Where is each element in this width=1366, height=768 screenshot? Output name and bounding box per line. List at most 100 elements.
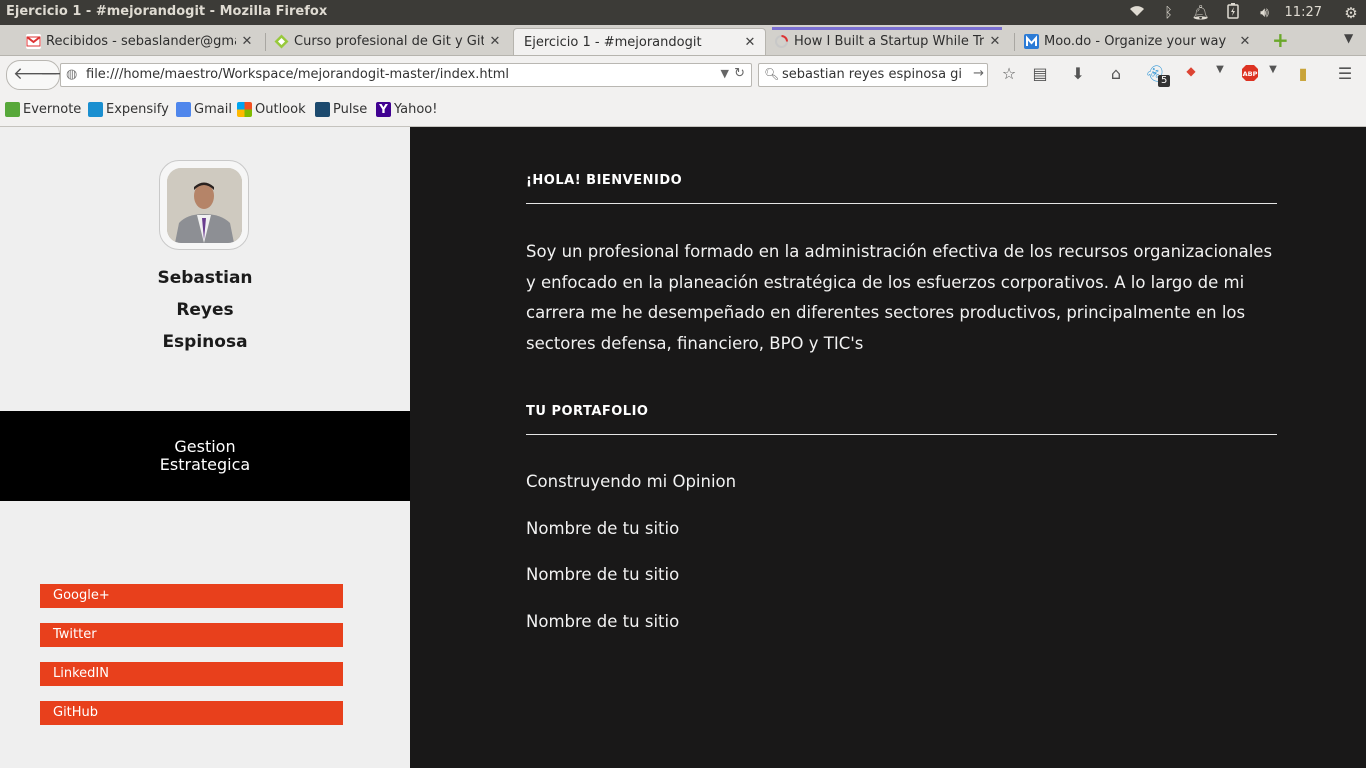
tab-startup-article[interactable]: How I Built a Startup While Tr... ✕ — [770, 28, 1010, 55]
section-divider — [526, 434, 1277, 435]
wifi-icon[interactable] — [1121, 5, 1153, 21]
tab-separator — [265, 33, 266, 51]
close-icon[interactable]: ✕ — [488, 34, 502, 49]
close-icon[interactable]: ✕ — [240, 34, 254, 49]
profile-name-line: Espinosa — [162, 332, 248, 352]
wallet-extension-icon[interactable]: ▮ — [1290, 64, 1316, 83]
avatar-frame — [159, 160, 249, 250]
search-go-arrow-icon[interactable]: → — [973, 66, 984, 81]
gear-icon[interactable]: ⚙ — [1336, 4, 1366, 22]
profile-name: Sebastian Reyes Espinosa — [0, 262, 410, 358]
system-tray: ᛒ 🔔︎ 🔊︎ 11:27 ⚙ — [1121, 0, 1366, 25]
bookmark-expensify[interactable]: Expensify — [88, 102, 169, 117]
reload-icon[interactable]: ↻ — [734, 66, 745, 81]
role-line: Estrategica — [159, 455, 251, 474]
portfolio-link[interactable]: Nombre de tu sitio — [526, 565, 679, 584]
bookmark-outlook[interactable]: Outlook — [237, 102, 306, 117]
section-divider — [526, 203, 1277, 204]
expensify-icon — [88, 102, 103, 117]
bookmark-label: Outlook — [255, 102, 306, 117]
search-input[interactable]: sebastian reyes espinosa github — [782, 67, 962, 82]
back-forward-group: 🡐 🡒 — [6, 60, 86, 90]
loading-icon — [774, 34, 789, 49]
pulse-icon — [315, 102, 330, 117]
reading-list-icon[interactable]: ▤ — [1027, 64, 1053, 83]
google-icon — [176, 102, 191, 117]
bookmark-yahoo[interactable]: Y Yahoo! — [376, 102, 437, 117]
notification-bell-icon[interactable]: 🔔︎ — [1185, 5, 1217, 21]
bookmark-label: Yahoo! — [394, 102, 438, 117]
portfolio-link[interactable]: Construyendo mi Opinion — [526, 472, 736, 491]
welcome-heading: ¡HOLA! BIENVENIDO — [526, 173, 683, 188]
extension-dropdown-icon[interactable]: ▼ — [1207, 64, 1233, 75]
social-link-google-plus[interactable]: Google+ — [40, 584, 343, 608]
close-icon[interactable]: ✕ — [743, 35, 757, 50]
tab-title: Recibidos - sebaslander@gma... — [46, 34, 236, 49]
avatar — [167, 168, 242, 243]
tab-strip: Recibidos - sebaslander@gma... ✕ Curso p… — [0, 25, 1366, 56]
tab-separator — [1014, 33, 1015, 51]
windows-icon — [237, 102, 252, 117]
role-line: Gestion — [174, 437, 236, 456]
tab-title: Ejercicio 1 - #mejorandogit — [524, 34, 702, 50]
profile-name-line: Reyes — [176, 300, 234, 320]
navigation-toolbar: 🡐 🡒 ◍ file:///home/maestro/Workspace/mej… — [0, 56, 1366, 94]
clock[interactable]: 11:27 — [1281, 5, 1336, 20]
bookmark-label: Expensify — [106, 102, 169, 117]
menu-hamburger-icon[interactable]: ☰ — [1332, 64, 1358, 83]
tab-platzi[interactable]: Curso profesional de Git y Git... ✕ — [270, 28, 510, 55]
bookmark-gmail[interactable]: Gmail — [176, 102, 232, 117]
ghostery-count-badge: 5 — [1158, 75, 1171, 87]
volume-icon[interactable]: 🔊︎ — [1249, 5, 1281, 21]
evernote-icon — [5, 102, 20, 117]
tab-title: Moo.do - Organize your way — [1044, 34, 1227, 49]
search-icon: 🔍︎ — [764, 67, 780, 81]
tab-moodo[interactable]: Moo.do - Organize your way ✕ — [1020, 28, 1260, 55]
tab-active-mejorandogit[interactable]: Ejercicio 1 - #mejorandogit ✕ — [513, 28, 766, 55]
new-tab-plus-icon[interactable]: + — [1272, 28, 1289, 52]
bookmark-pulse[interactable]: Pulse — [315, 102, 367, 117]
yahoo-icon: Y — [376, 102, 391, 117]
bio-paragraph: Soy un profesional formado en la adminis… — [526, 242, 1273, 353]
portfolio-link[interactable]: Nombre de tu sitio — [526, 519, 679, 538]
battery-icon[interactable] — [1217, 2, 1249, 23]
portfolio-heading: TU PORTAFOLIO — [526, 404, 649, 419]
portfolio-link[interactable]: Nombre de tu sitio — [526, 612, 679, 631]
close-icon[interactable]: ✕ — [1238, 34, 1252, 49]
bookmark-label: Pulse — [333, 102, 368, 117]
bluetooth-icon[interactable]: ᛒ — [1153, 5, 1185, 21]
tab-title: Curso profesional de Git y Git... — [294, 34, 484, 49]
role-band: Gestion Estrategica — [0, 411, 410, 501]
moodo-icon — [1024, 34, 1039, 49]
os-title-bar: Ejercicio 1 - #mejorandogit - Mozilla Fi… — [0, 0, 1366, 25]
downloads-icon[interactable]: ⬇ — [1065, 64, 1091, 83]
globe-icon[interactable]: ◍ — [66, 67, 77, 82]
bookmarks-toolbar: Evernote Expensify Gmail Outlook Pulse Y… — [0, 94, 1366, 127]
close-icon[interactable]: ✕ — [988, 34, 1002, 49]
url-bar[interactable]: ◍ file:///home/maestro/Workspace/mejoran… — [60, 63, 752, 87]
social-link-linkedin[interactable]: LinkedIN — [40, 662, 343, 686]
tab-list-chevron-icon[interactable]: ▼ — [1344, 31, 1353, 45]
bookmark-star-icon[interactable]: ☆ — [996, 64, 1022, 83]
tab-gmail[interactable]: Recibidos - sebaslander@gma... ✕ — [22, 28, 262, 55]
gmail-icon — [26, 34, 41, 49]
url-text[interactable]: file:///home/maestro/Workspace/mejorando… — [86, 67, 509, 82]
main-content: ¡HOLA! BIENVENIDO Soy un profesional for… — [410, 127, 1366, 768]
web-page: Sebastian Reyes Espinosa Gestion Estrate… — [0, 127, 1366, 768]
social-link-github[interactable]: GitHub — [40, 701, 343, 725]
profile-sidebar: Sebastian Reyes Espinosa Gestion Estrate… — [0, 127, 410, 768]
search-bar[interactable]: 🔍︎ sebastian reyes espinosa github → — [758, 63, 988, 87]
home-icon[interactable]: ⌂ — [1103, 64, 1129, 83]
adblock-dropdown-icon[interactable]: ▼ — [1260, 64, 1286, 75]
history-dropdown-icon[interactable]: ▼ — [721, 67, 729, 80]
tab-title: How I Built a Startup While Tr... — [794, 34, 984, 49]
svg-text:ABP: ABP — [1243, 70, 1258, 78]
window-title: Ejercicio 1 - #mejorandogit - Mozilla Fi… — [6, 4, 328, 19]
extension-icon[interactable]: ◆ — [1178, 64, 1204, 78]
bookmark-label: Evernote — [23, 102, 82, 117]
profile-name-line: Sebastian — [157, 268, 253, 288]
bookmark-label: Gmail — [194, 102, 232, 117]
social-link-twitter[interactable]: Twitter — [40, 623, 343, 647]
platzi-icon — [274, 34, 289, 49]
bookmark-evernote[interactable]: Evernote — [5, 102, 81, 117]
